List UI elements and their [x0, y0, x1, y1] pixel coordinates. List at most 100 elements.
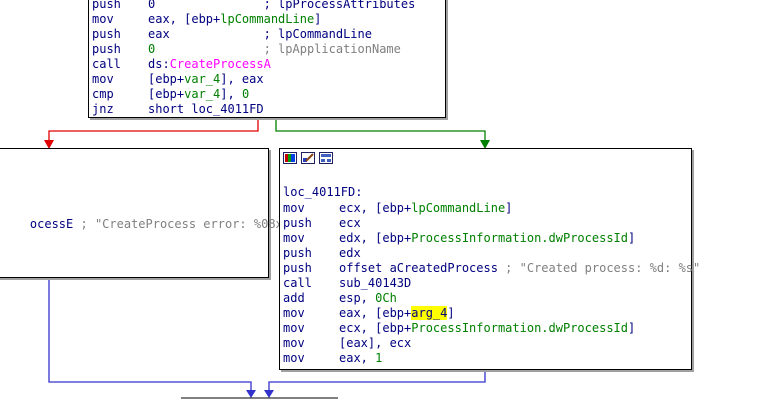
mnemonic: mov	[283, 201, 305, 215]
mnemonic: add	[283, 291, 305, 305]
code-line: push offset aCreatedProcess ; "Created pr…	[283, 261, 700, 276]
code-line: mov [ebp+var_4], eax	[92, 72, 448, 87]
operand-text: ecx, [ebp+	[339, 321, 412, 335]
highlighted-ref: arg_4	[411, 306, 448, 320]
right-flow-edge	[268, 370, 486, 392]
right-flow-arrowhead	[264, 390, 274, 398]
code-line: cmp [ebp+var_4], 0	[92, 87, 448, 102]
variable-ref: var_4	[184, 87, 221, 101]
operand: ecx, [ebp+lpCommandLine]	[339, 201, 512, 216]
false-branch-edge	[48, 118, 259, 142]
left-code-block[interactable]: ocessE ; "CreateProcess error: %08x\n"	[0, 148, 304, 278]
mnemonic: push	[283, 261, 312, 275]
operand-text: [ebp+	[148, 72, 185, 86]
immediate-value: 1	[375, 351, 383, 365]
code-line: mov [eax], ecx	[283, 336, 694, 351]
mnemonic: cmp	[92, 87, 114, 101]
comment: ; lpApplicationName	[155, 42, 401, 56]
operand: [ebp+var_4], eax	[148, 72, 264, 87]
code-line: mov ecx, [ebp+ProcessInformation.dwProces…	[283, 321, 694, 336]
right-code-block[interactable]: loc_4011FD: mov ecx, [ebp+lpCommandLine] p…	[279, 148, 700, 370]
mnemonic: mov	[283, 231, 305, 245]
operand-text: esp,	[339, 291, 376, 305]
immediate-value: 0	[241, 87, 250, 101]
operand-text: eax, [ebp+	[148, 12, 221, 26]
immediate-value: 0Ch	[375, 291, 397, 305]
code-line: jnz short loc_4011FD	[92, 102, 448, 117]
operand-text: [ebp+	[148, 87, 185, 101]
code-line: push ecx	[283, 216, 694, 231]
mnemonic: push	[92, 27, 121, 41]
left-flow-arrowhead	[246, 390, 256, 398]
code-line: add esp, 0Ch	[283, 291, 694, 306]
mnemonic: mov	[283, 351, 305, 365]
operand: sub_40143D	[339, 276, 411, 291]
mnemonic: call	[283, 276, 312, 290]
operand-text: 0 ; lpProcessAttributes	[148, 0, 416, 11]
operand-text: ]	[628, 321, 636, 335]
operand-text: ecx	[339, 216, 361, 230]
code-line: mov eax, 1	[283, 351, 694, 366]
mnemonic: mov	[283, 321, 305, 335]
code-line: push eax ; lpCommandLine	[92, 27, 448, 42]
mnemonic: push	[92, 42, 121, 56]
comment: ; "Created process: %d: %s"	[497, 261, 701, 275]
mnemonic: push	[283, 216, 312, 230]
mnemonic: mov	[283, 306, 305, 320]
variable-ref: lpCommandLine	[220, 12, 315, 26]
mnemonic: push	[283, 246, 312, 260]
api-ref: CreateProcessA	[169, 57, 271, 71]
operand: esp, 0Ch	[339, 291, 397, 306]
top-code-block[interactable]: push 0 ; lpProcessAttributes mov eax, [ebp+…	[88, 0, 446, 118]
code-line: push edx	[283, 246, 694, 261]
operand-text: short loc_4011FD	[148, 102, 264, 116]
block-label: loc_4011FD:	[283, 185, 363, 199]
operand-text: ]	[628, 231, 636, 245]
palette-icon[interactable]	[283, 152, 297, 164]
variable-ref: var_4	[184, 72, 221, 86]
code-line: call ds:CreateProcessA	[92, 57, 448, 72]
comment: ; "CreateProcess error: %08x\n"	[73, 217, 305, 231]
operand-text: ],	[220, 87, 242, 101]
variable-ref: ProcessInformation.dwProcessId	[411, 321, 628, 335]
operand: 0 ; lpApplicationName	[148, 42, 401, 57]
code-line: mov ecx, [ebp+lpCommandLine]	[283, 201, 694, 216]
code-line: mov edx, [ebp+ProcessInformation.dwProces…	[283, 231, 694, 246]
operand-text: eax ; lpCommandLine	[148, 27, 372, 41]
mnemonic: mov	[92, 72, 114, 86]
operand: eax, [ebp+arg_4]	[339, 306, 455, 321]
edit-colors-icon[interactable]	[301, 152, 315, 164]
operand: edx	[339, 246, 361, 261]
operand-text: edx	[339, 246, 361, 260]
variable-ref: lpCommandLine	[411, 201, 506, 215]
operand: ocessE	[29, 217, 74, 231]
operand-text: eax, [ebp+	[339, 306, 412, 320]
variable-ref: ProcessInformation.dwProcessId	[411, 231, 628, 245]
operand: eax ; lpCommandLine	[148, 27, 372, 42]
mnemonic: mov	[92, 12, 114, 26]
mnemonic: jnz	[92, 102, 114, 116]
operand: eax, 1	[339, 351, 382, 366]
code-line: push 0 ; lpProcessAttributes	[92, 0, 448, 12]
code-line: push 0 ; lpApplicationName	[92, 42, 448, 57]
operand: edx, [ebp+ProcessInformation.dwProcessId…	[339, 231, 635, 246]
operand-text: ds:	[148, 57, 170, 71]
operand: eax, [ebp+lpCommandLine]	[148, 12, 321, 27]
mnemonic: push	[92, 0, 121, 11]
operand: [ebp+var_4], 0	[148, 87, 249, 102]
operand-text: ]	[447, 306, 455, 320]
operand-text: [eax], ecx	[339, 336, 412, 350]
operand-text: edx, [ebp+	[339, 231, 412, 245]
operand-text: ], eax	[220, 72, 264, 86]
graph-overview-icon[interactable]	[319, 152, 333, 164]
operand: short loc_4011FD	[148, 102, 264, 117]
code-line: mov eax, [ebp+lpCommandLine]	[92, 12, 448, 27]
operand-text: eax,	[339, 351, 376, 365]
code-line: mov eax, [ebp+arg_4]	[283, 306, 694, 321]
left-flow-edge	[48, 277, 252, 392]
operand-text: ]	[505, 201, 513, 215]
mnemonic: mov	[283, 336, 305, 350]
mnemonic: call	[92, 57, 121, 71]
operand-text: ecx, [ebp+	[339, 201, 412, 215]
code-line: ocessE ; "CreateProcess error: %08x\n"	[1, 202, 305, 231]
